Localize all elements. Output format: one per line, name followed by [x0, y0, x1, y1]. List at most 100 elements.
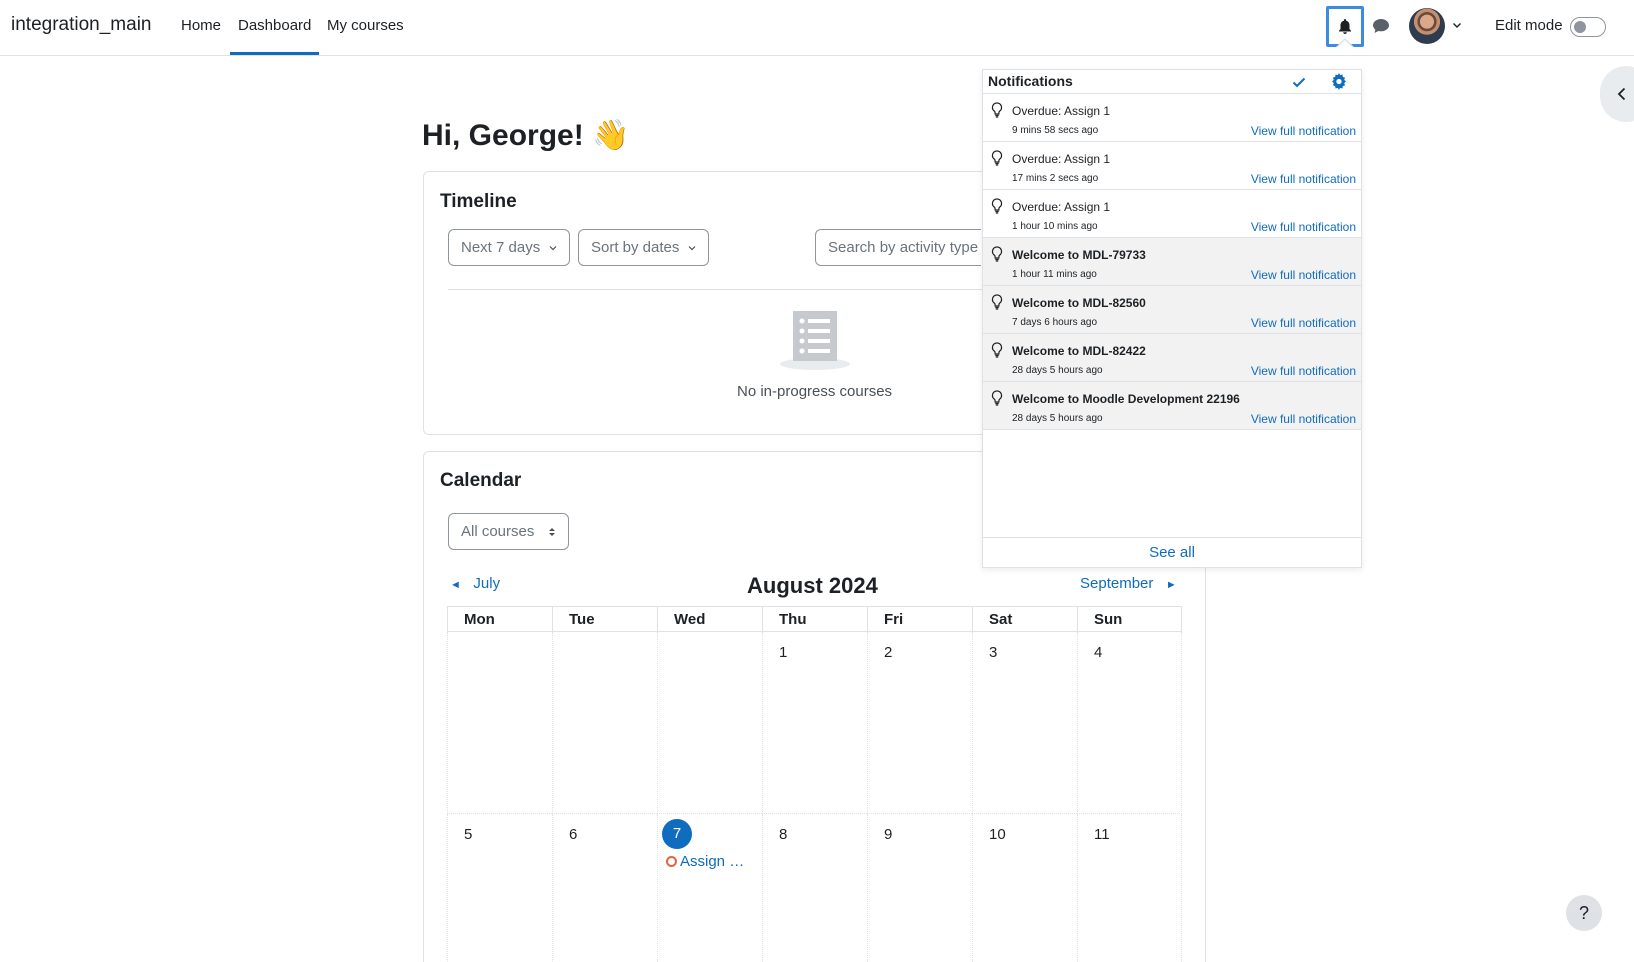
calendar-day-cell[interactable]: 8	[762, 814, 867, 962]
nav-home[interactable]: Home	[181, 17, 221, 34]
calendar-event-link[interactable]: Assign …	[666, 853, 744, 870]
page-title: Hi, George! 👋	[422, 119, 630, 152]
toggle-knob	[1574, 21, 1586, 33]
day-number: 4	[1094, 644, 1103, 661]
notification-item-unread[interactable]: Welcome to MDL-82422 28 days 5 hours ago…	[983, 334, 1361, 382]
view-full-notification-link[interactable]: View full notification	[1251, 412, 1356, 426]
calendar-day-cell[interactable]: 9	[867, 814, 972, 962]
notification-item[interactable]: Overdue: Assign 1 9 mins 58 secs ago Vie…	[983, 94, 1361, 142]
timeline-sort-button[interactable]: Sort by dates	[578, 229, 709, 266]
view-full-notification-link[interactable]: View full notification	[1251, 220, 1356, 234]
notification-item-unread[interactable]: Welcome to MDL-82560 7 days 6 hours ago …	[983, 286, 1361, 334]
notification-item[interactable]: Overdue: Assign 1 1 hour 10 mins ago Vie…	[983, 190, 1361, 238]
calendar-week-2: 5 6 7 Assign … 8 9 10 11	[447, 814, 1182, 962]
day-number: 11	[1094, 826, 1110, 843]
user-avatar[interactable]	[1409, 8, 1445, 44]
calendar-day-cell[interactable]: 2	[867, 632, 972, 814]
day-number: 10	[989, 826, 1006, 843]
calendar-course-select[interactable]: All courses	[448, 513, 569, 550]
calendar-event-label: Assign …	[680, 853, 745, 870]
calendar-day-cell[interactable]: 6	[552, 814, 657, 962]
calendar-day-cell[interactable]: 5	[447, 814, 552, 962]
timeline-day-filter-label: Next 7 days	[461, 239, 541, 256]
notification-time: 17 mins 2 secs ago	[1012, 173, 1099, 184]
notification-time: 1 hour 11 mins ago	[1012, 269, 1097, 280]
notifications-popover: Notifications Overdue: Assign 1 9 mins 5…	[982, 69, 1362, 568]
view-full-notification-link[interactable]: View full notification	[1251, 268, 1356, 282]
notification-subject: Welcome to Moodle Development 22196	[1012, 392, 1240, 406]
calendar-prev-month[interactable]: ◄ July	[450, 575, 500, 592]
notification-item-unread[interactable]: Welcome to Moodle Development 22196 28 d…	[983, 382, 1361, 430]
assignment-icon	[666, 856, 677, 867]
mark-all-read-icon[interactable]	[1291, 74, 1307, 90]
calendar-day-cell-today[interactable]: 7 Assign …	[657, 814, 762, 962]
view-full-notification-link[interactable]: View full notification	[1251, 364, 1356, 378]
chevron-down-icon[interactable]	[1451, 19, 1463, 31]
lightbulb-icon	[991, 390, 1003, 406]
chevron-down-icon	[688, 246, 696, 251]
calendar-weekday-header: Mon Tue Wed Thu Fri Sat Sun	[447, 606, 1182, 632]
timeline-day-filter[interactable]: Next 7 days	[448, 229, 570, 266]
today-day-number[interactable]: 7	[662, 819, 692, 849]
nav-dashboard[interactable]: Dashboard	[238, 17, 311, 34]
notification-time: 7 days 6 hours ago	[1012, 317, 1098, 328]
lightbulb-icon	[991, 294, 1003, 310]
help-button[interactable]: ?	[1566, 895, 1602, 931]
day-number: 3	[989, 644, 998, 661]
select-arrows-icon	[549, 528, 555, 536]
notification-subject: Welcome to MDL-82422	[1012, 344, 1146, 358]
chevron-down-icon	[549, 246, 557, 251]
day-number: 5	[464, 826, 473, 843]
notification-item-unread[interactable]: Welcome to MDL-79733 1 hour 11 mins ago …	[983, 238, 1361, 286]
view-full-notification-link[interactable]: View full notification	[1251, 124, 1356, 138]
notification-subject: Welcome to MDL-82560	[1012, 296, 1146, 310]
top-navbar: integration_main Home Dashboard My cours…	[0, 0, 1634, 56]
day-number: 8	[779, 826, 788, 843]
calendar-day-cell[interactable]: 3	[972, 632, 1077, 814]
calendar-title: Calendar	[440, 470, 522, 491]
notification-time: 9 mins 58 secs ago	[1012, 125, 1099, 136]
calendar-next-label: September	[1080, 575, 1154, 592]
calendar-day-cell	[657, 632, 762, 814]
day-number: 6	[569, 826, 578, 843]
notification-time: 1 hour 10 mins ago	[1012, 221, 1098, 232]
day-number: 1	[779, 644, 788, 661]
notifications-header: Notifications	[983, 70, 1361, 94]
lightbulb-icon	[991, 150, 1003, 166]
popover-arrow-inner	[1337, 40, 1353, 48]
weekday-wed: Wed	[657, 607, 762, 631]
calendar-day-cell[interactable]: 11	[1077, 814, 1182, 962]
weekday-tue: Tue	[552, 607, 657, 631]
triangle-left-icon: ◄	[450, 579, 461, 591]
weekday-sun: Sun	[1077, 607, 1182, 631]
notification-subject: Overdue: Assign 1	[1012, 200, 1111, 214]
chat-bubble-icon[interactable]	[1370, 15, 1392, 37]
edit-mode-toggle[interactable]	[1570, 17, 1606, 37]
calendar-day-cell[interactable]: 1	[762, 632, 867, 814]
notification-item[interactable]: Overdue: Assign 1 17 mins 2 secs ago Vie…	[983, 142, 1361, 190]
see-all-notifications-link[interactable]: See all	[983, 537, 1361, 567]
gear-icon[interactable]	[1331, 73, 1348, 90]
view-full-notification-link[interactable]: View full notification	[1251, 172, 1356, 186]
open-block-drawer-button[interactable]	[1600, 66, 1634, 122]
notification-subject: Overdue: Assign 1	[1012, 104, 1111, 118]
notification-subject: Welcome to MDL-79733	[1012, 248, 1146, 262]
site-brand[interactable]: integration_main	[11, 14, 151, 36]
calendar-day-cell[interactable]: 4	[1077, 632, 1182, 814]
edit-mode-label: Edit mode	[1495, 17, 1563, 34]
calendar-week-1: 1 2 3 4	[447, 632, 1182, 814]
calendar-month-title: August 2024	[747, 573, 878, 598]
notification-time: 28 days 5 hours ago	[1012, 365, 1103, 376]
nav-my-courses[interactable]: My courses	[327, 17, 404, 34]
calendar-grid: Mon Tue Wed Thu Fri Sat Sun 1 2 3 4 5 6 …	[447, 606, 1182, 962]
day-number: 9	[884, 826, 893, 843]
lightbulb-icon	[991, 102, 1003, 118]
day-number: 2	[884, 644, 893, 661]
view-full-notification-link[interactable]: View full notification	[1251, 316, 1356, 330]
empty-list-icon	[780, 311, 850, 370]
triangle-right-icon: ►	[1165, 579, 1177, 591]
calendar-day-cell[interactable]: 10	[972, 814, 1077, 962]
timeline-search-input[interactable]: Search by activity type or name	[815, 229, 981, 266]
notification-subject: Overdue: Assign 1	[1012, 152, 1111, 166]
calendar-next-month[interactable]: September ►	[1080, 575, 1177, 592]
